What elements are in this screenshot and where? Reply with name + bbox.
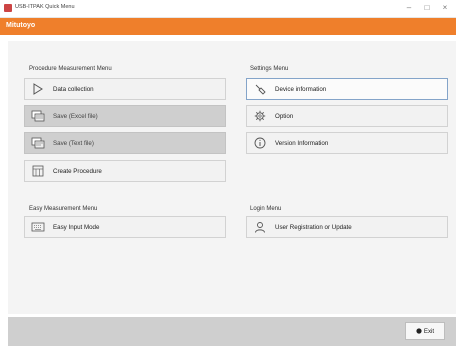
keyboard-icon — [31, 220, 45, 234]
save-text-icon — [31, 136, 45, 150]
device-information-label: Device information — [275, 85, 327, 93]
play-outline-icon — [31, 82, 45, 96]
option-label: Option — [275, 112, 294, 120]
create-procedure-button[interactable]: Create Procedure — [24, 160, 226, 182]
app-logo-icon — [4, 4, 12, 12]
version-information-button[interactable]: Version Information — [246, 132, 448, 154]
save-text-button[interactable]: Save (Text file) — [24, 132, 226, 154]
brand-bar: Mitutoyo — [0, 18, 456, 35]
login-menu-title: Login Menu — [250, 206, 282, 212]
save-excel-button[interactable]: Save (Excel file) — [24, 105, 226, 127]
window-title: USB-ITPAK Quick Menu — [15, 4, 75, 10]
device-probe-icon — [253, 82, 267, 96]
brand-name: Mitutoyo — [6, 22, 36, 29]
save-excel-label: Save (Excel file) — [53, 112, 98, 120]
easy-input-mode-button[interactable]: Easy Input Mode — [24, 216, 226, 238]
exit-dot-icon — [416, 328, 422, 334]
option-button[interactable]: Option — [246, 105, 448, 127]
version-information-label: Version Information — [275, 139, 329, 147]
close-button[interactable]: × — [438, 2, 452, 14]
save-text-label: Save (Text file) — [53, 139, 94, 147]
data-collection-button[interactable]: Data collection — [24, 78, 226, 100]
create-procedure-label: Create Procedure — [53, 167, 102, 175]
device-information-button[interactable]: Device information — [246, 78, 448, 100]
footer-bar — [8, 317, 456, 346]
info-icon — [253, 136, 267, 150]
easy-menu-title: Easy Measurement Menu — [29, 206, 98, 212]
easy-input-mode-label: Easy Input Mode — [53, 223, 100, 231]
user-registration-label: User Registration or Update — [275, 223, 352, 231]
settings-menu-title: Settings Menu — [250, 66, 289, 72]
gear-icon — [253, 109, 267, 123]
exit-button[interactable]: Exit — [405, 322, 445, 340]
user-icon — [253, 220, 267, 234]
app-window: USB-ITPAK Quick Menu – □ × Mitutoyo Proc… — [0, 0, 456, 346]
title-bar: USB-ITPAK Quick Menu – □ × — [0, 0, 456, 18]
user-registration-button[interactable]: User Registration or Update — [246, 216, 448, 238]
data-collection-label: Data collection — [53, 85, 94, 93]
save-excel-icon — [31, 109, 45, 123]
procedure-menu-title: Procedure Measurement Menu — [29, 66, 112, 72]
maximize-button[interactable]: □ — [420, 2, 434, 14]
minimize-button[interactable]: – — [402, 2, 416, 14]
procedure-grid-icon — [31, 164, 45, 178]
exit-label: Exit — [423, 327, 435, 335]
